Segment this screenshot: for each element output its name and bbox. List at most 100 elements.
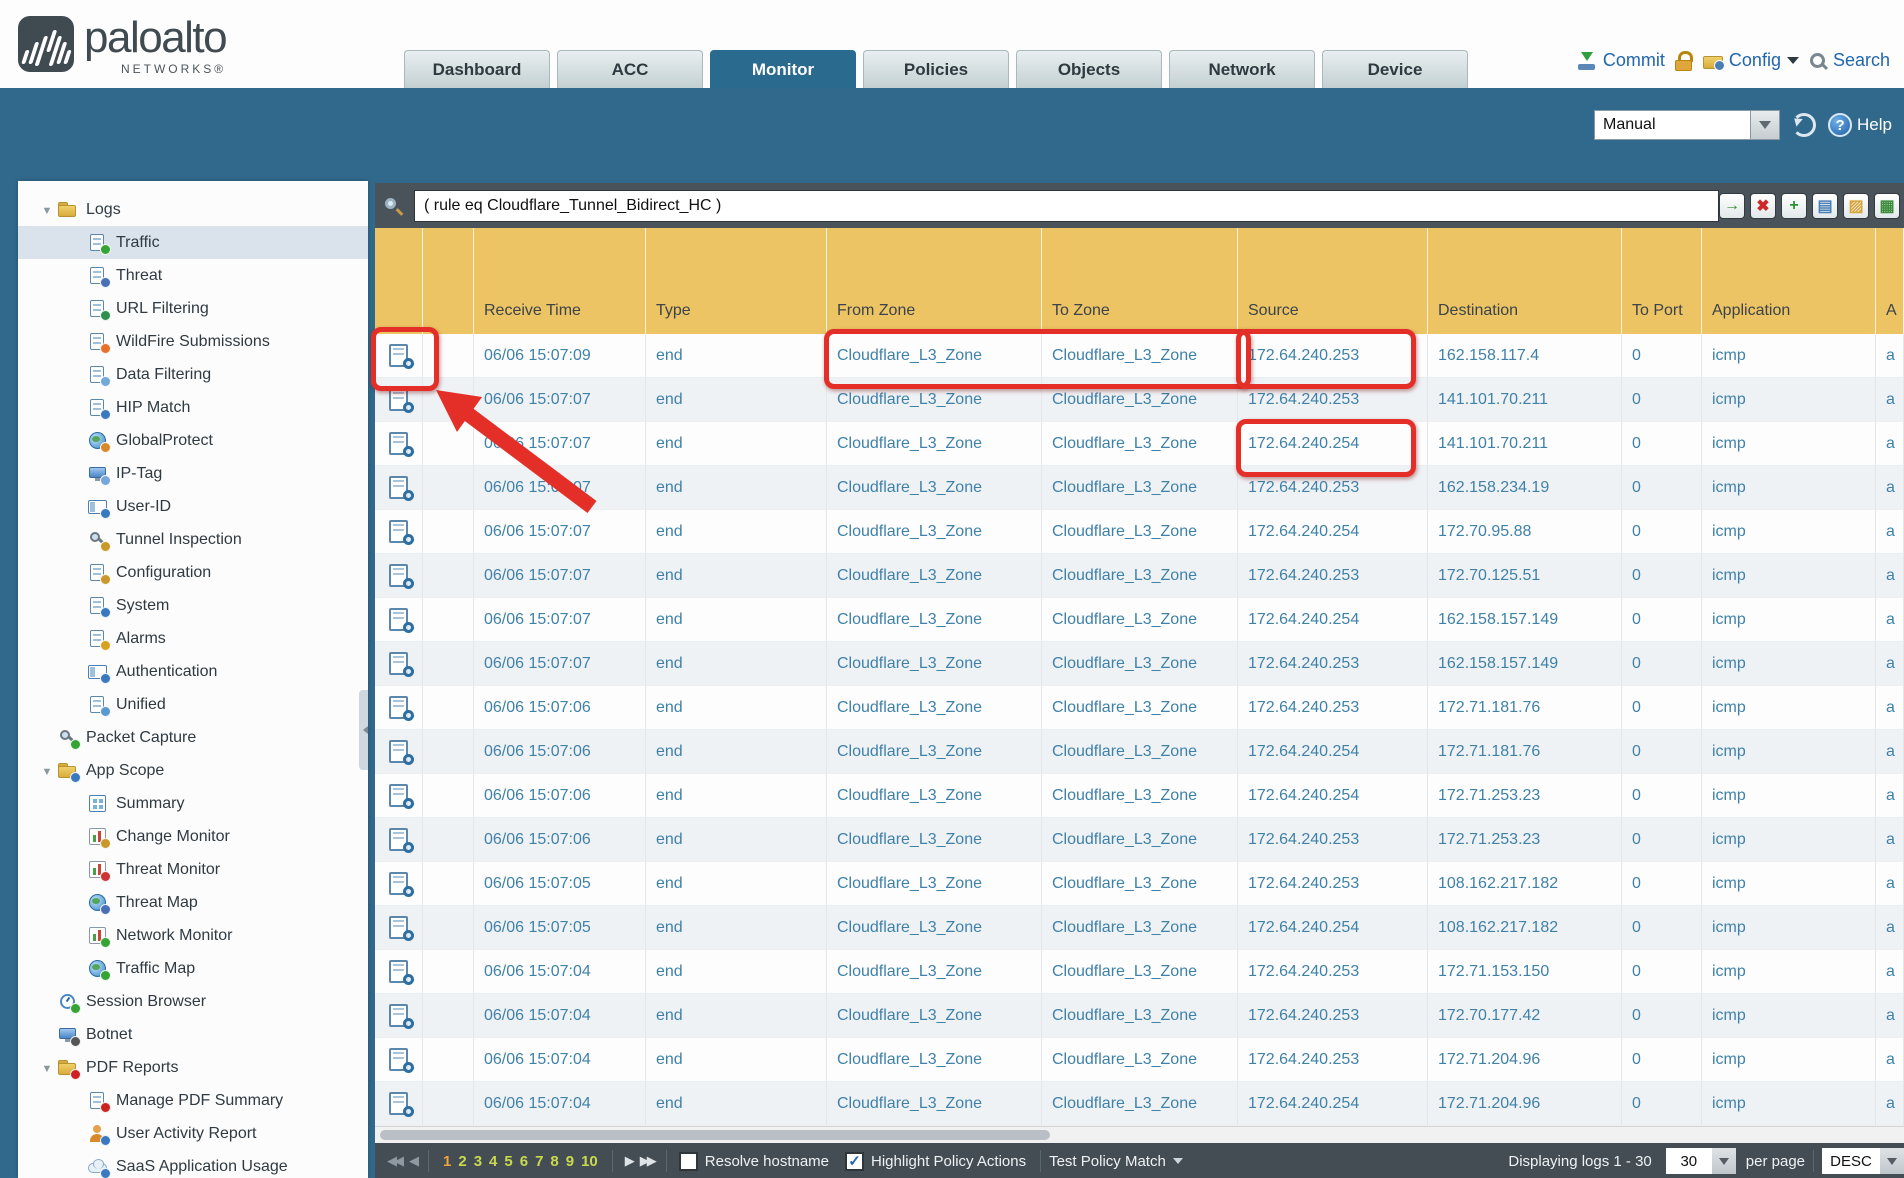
cell-application[interactable]: icmp — [1702, 686, 1876, 730]
cell-application[interactable]: icmp — [1702, 1082, 1876, 1126]
sidebar-item-logs[interactable]: ▼Logs — [18, 193, 368, 226]
log-detail-icon[interactable] — [389, 1092, 408, 1115]
cell-destination[interactable]: 141.101.70.211 — [1428, 378, 1622, 422]
cell-to-zone[interactable]: Cloudflare_L3_Zone — [1042, 598, 1238, 642]
page-number-1[interactable]: 1 — [443, 1153, 451, 1170]
cell-source[interactable]: 172.64.240.254 — [1238, 1082, 1428, 1126]
tree-expander-icon[interactable]: ▼ — [42, 1063, 53, 1075]
cell-action[interactable]: a — [1876, 994, 1904, 1038]
save-filter-button[interactable]: ▤ — [1812, 193, 1838, 219]
cell-action[interactable]: a — [1876, 818, 1904, 862]
cell-from-zone[interactable]: Cloudflare_L3_Zone — [827, 1082, 1042, 1126]
refresh-icon[interactable] — [1792, 113, 1816, 137]
cell-from-zone[interactable]: Cloudflare_L3_Zone — [827, 906, 1042, 950]
cell-from-zone[interactable]: Cloudflare_L3_Zone — [827, 862, 1042, 906]
cell-from-zone[interactable]: Cloudflare_L3_Zone — [827, 642, 1042, 686]
sidebar-item-summary[interactable]: Summary — [18, 787, 368, 820]
cell-source[interactable]: 172.64.240.253 — [1238, 950, 1428, 994]
cell-application[interactable]: icmp — [1702, 906, 1876, 950]
log-detail-icon[interactable] — [389, 608, 408, 631]
cell-from-zone[interactable]: Cloudflare_L3_Zone — [827, 510, 1042, 554]
horizontal-scrollbar[interactable] — [375, 1126, 1904, 1143]
page-number-3[interactable]: 3 — [474, 1153, 482, 1170]
page-number-4[interactable]: 4 — [489, 1153, 497, 1170]
column-header-application[interactable]: Application — [1702, 228, 1876, 334]
cell-destination[interactable]: 172.71.204.96 — [1428, 1038, 1622, 1082]
cell-to-port[interactable]: 0 — [1622, 774, 1702, 818]
cell-to-port[interactable]: 0 — [1622, 554, 1702, 598]
sidebar-item-manage-pdf-summary[interactable]: Manage PDF Summary — [18, 1084, 368, 1117]
cell-to-zone[interactable]: Cloudflare_L3_Zone — [1042, 510, 1238, 554]
cell-type[interactable]: end — [646, 466, 827, 510]
page-number-10[interactable]: 10 — [581, 1153, 598, 1170]
column-header-destination[interactable]: Destination — [1428, 228, 1622, 334]
next-page-button[interactable]: ▶ — [625, 1153, 632, 1169]
cell-from-zone[interactable]: Cloudflare_L3_Zone — [827, 422, 1042, 466]
cell-to-port[interactable]: 0 — [1622, 950, 1702, 994]
cell-destination[interactable]: 172.71.153.150 — [1428, 950, 1622, 994]
log-detail-icon[interactable] — [389, 872, 408, 895]
cell-type[interactable]: end — [646, 1038, 827, 1082]
help-button[interactable]: ? Help — [1828, 113, 1892, 137]
scrollbar-thumb[interactable] — [380, 1130, 1050, 1140]
cell-source[interactable]: 172.64.240.253 — [1238, 862, 1428, 906]
log-detail-icon[interactable] — [389, 828, 408, 851]
cell-type[interactable]: end — [646, 950, 827, 994]
cell-from-zone[interactable]: Cloudflare_L3_Zone — [827, 774, 1042, 818]
cell-source[interactable]: 172.64.240.254 — [1238, 598, 1428, 642]
cell-application[interactable]: icmp — [1702, 950, 1876, 994]
cell-type[interactable]: end — [646, 510, 827, 554]
column-header-a[interactable]: A — [1876, 228, 1904, 334]
cell-from-zone[interactable]: Cloudflare_L3_Zone — [827, 686, 1042, 730]
cell-destination[interactable]: 172.70.125.51 — [1428, 554, 1622, 598]
log-detail-icon[interactable] — [389, 696, 408, 719]
sidebar-item-wildfire-submissions[interactable]: WildFire Submissions — [18, 325, 368, 358]
sidebar-item-ip-tag[interactable]: IP-Tag — [18, 457, 368, 490]
cell-to-zone[interactable]: Cloudflare_L3_Zone — [1042, 466, 1238, 510]
cell-action[interactable]: a — [1876, 422, 1904, 466]
cell-type[interactable]: end — [646, 906, 827, 950]
cell-destination[interactable]: 172.71.181.76 — [1428, 730, 1622, 774]
page-number-8[interactable]: 8 — [550, 1153, 558, 1170]
sort-order-dropdown-arrow[interactable] — [1880, 1148, 1904, 1174]
cell-application[interactable]: icmp — [1702, 862, 1876, 906]
cell-action[interactable]: a — [1876, 598, 1904, 642]
cell-source[interactable]: 172.64.240.254 — [1238, 422, 1428, 466]
cell-to-zone[interactable]: Cloudflare_L3_Zone — [1042, 906, 1238, 950]
page-number-2[interactable]: 2 — [458, 1153, 466, 1170]
tab-objects[interactable]: Objects — [1016, 50, 1162, 88]
cell-source[interactable]: 172.64.240.254 — [1238, 906, 1428, 950]
sidebar-item-url-filtering[interactable]: URL Filtering — [18, 292, 368, 325]
sidebar-item-botnet[interactable]: Botnet — [18, 1018, 368, 1051]
cell-source[interactable]: 172.64.240.254 — [1238, 774, 1428, 818]
cell-type[interactable]: end — [646, 862, 827, 906]
cell-destination[interactable]: 172.71.204.96 — [1428, 1082, 1622, 1126]
page-number-6[interactable]: 6 — [520, 1153, 528, 1170]
sidebar-item-tunnel-inspection[interactable]: Tunnel Inspection — [18, 523, 368, 556]
cell-destination[interactable]: 108.162.217.182 — [1428, 906, 1622, 950]
tab-monitor[interactable]: Monitor — [710, 50, 856, 88]
cell-application[interactable]: icmp — [1702, 1038, 1876, 1082]
sidebar-item-user-id[interactable]: User-ID — [18, 490, 368, 523]
log-detail-icon[interactable] — [389, 916, 408, 939]
cell-source[interactable]: 172.64.240.253 — [1238, 334, 1428, 378]
cell-to-port[interactable]: 0 — [1622, 466, 1702, 510]
page-number-9[interactable]: 9 — [566, 1153, 574, 1170]
cell-to-port[interactable]: 0 — [1622, 730, 1702, 774]
cell-from-zone[interactable]: Cloudflare_L3_Zone — [827, 1038, 1042, 1082]
cell-application[interactable]: icmp — [1702, 466, 1876, 510]
sidebar-item-configuration[interactable]: Configuration — [18, 556, 368, 589]
cell-from-zone[interactable]: Cloudflare_L3_Zone — [827, 554, 1042, 598]
export-button[interactable]: ▦ — [1874, 193, 1900, 219]
cell-from-zone[interactable]: Cloudflare_L3_Zone — [827, 334, 1042, 378]
cell-type[interactable]: end — [646, 554, 827, 598]
cell-type[interactable]: end — [646, 642, 827, 686]
cell-application[interactable]: icmp — [1702, 598, 1876, 642]
sidebar-item-globalprotect[interactable]: GlobalProtect — [18, 424, 368, 457]
cell-to-port[interactable]: 0 — [1622, 510, 1702, 554]
sidebar-item-packet-capture[interactable]: Packet Capture — [18, 721, 368, 754]
sidebar-item-pdf-reports[interactable]: ▼PDF Reports — [18, 1051, 368, 1084]
tab-device[interactable]: Device — [1322, 50, 1468, 88]
cell-type[interactable]: end — [646, 774, 827, 818]
cell-type[interactable]: end — [646, 730, 827, 774]
